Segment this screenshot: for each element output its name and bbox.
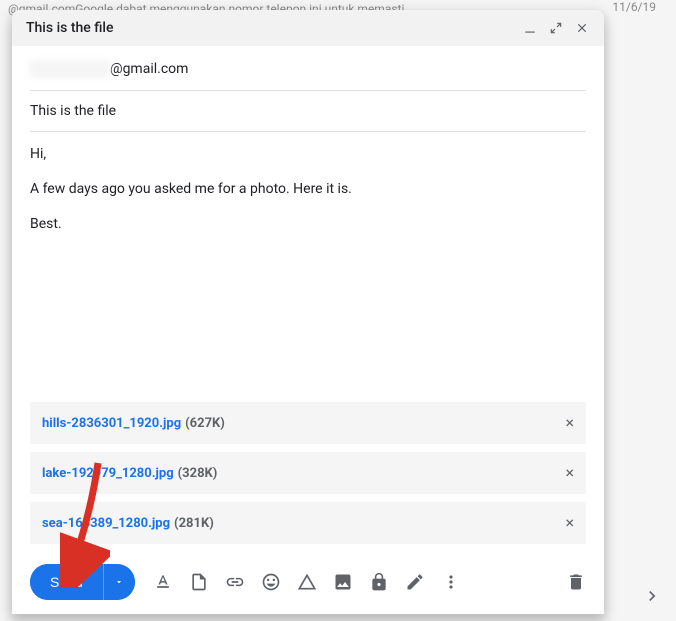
compose-title: This is the file bbox=[26, 20, 114, 36]
expand-side-panel-button[interactable] bbox=[642, 586, 662, 610]
attachment-name: sea-163389_1280.jpg bbox=[42, 516, 170, 531]
attach-file-icon[interactable] bbox=[189, 572, 209, 592]
send-options-button[interactable] bbox=[103, 564, 135, 600]
window-controls bbox=[522, 20, 590, 36]
remove-attachment-button[interactable]: × bbox=[565, 465, 574, 481]
insert-link-icon[interactable] bbox=[225, 572, 245, 592]
remove-attachment-button[interactable]: × bbox=[565, 515, 574, 531]
recipient-suffix: @gmail.com bbox=[110, 61, 188, 77]
attachment-row[interactable]: hills-2836301_1920.jpg (627K) × bbox=[30, 402, 586, 444]
compose-footer: Send bbox=[12, 552, 604, 614]
discard-draft-icon[interactable] bbox=[566, 572, 586, 592]
body-line: A few days ago you asked me for a photo.… bbox=[30, 181, 586, 197]
minimize-button[interactable] bbox=[522, 20, 538, 36]
compose-header: This is the file bbox=[12, 10, 604, 46]
send-button-group: Send bbox=[30, 564, 135, 600]
attachment-name: lake-192979_1280.jpg bbox=[42, 466, 174, 481]
remove-attachment-button[interactable]: × bbox=[565, 415, 574, 431]
formatting-options-icon[interactable] bbox=[153, 572, 173, 592]
insert-signature-icon[interactable] bbox=[405, 572, 425, 592]
attachment-row[interactable]: lake-192979_1280.jpg (328K) × bbox=[30, 452, 586, 494]
attachment-size: (281K) bbox=[174, 516, 214, 531]
attachment-size: (328K) bbox=[178, 466, 218, 481]
message-body[interactable]: Hi, A few days ago you asked me for a ph… bbox=[30, 132, 586, 402]
attachments-list: hills-2836301_1920.jpg (627K) × lake-192… bbox=[12, 402, 604, 544]
formatting-toolbar bbox=[153, 572, 461, 592]
insert-drive-icon[interactable] bbox=[297, 572, 317, 592]
more-options-icon[interactable] bbox=[441, 572, 461, 592]
recipient-field[interactable]: @gmail.com bbox=[30, 46, 586, 91]
recipient-redacted bbox=[30, 60, 110, 78]
attachment-row[interactable]: sea-163389_1280.jpg (281K) × bbox=[30, 502, 586, 544]
confidential-mode-icon[interactable] bbox=[369, 572, 389, 592]
background-date: 11/6/19 bbox=[612, 0, 656, 14]
body-line: Best. bbox=[30, 216, 586, 232]
subject-field[interactable]: This is the file bbox=[30, 91, 586, 132]
attachment-size: (627K) bbox=[185, 416, 225, 431]
attachment-name: hills-2836301_1920.jpg bbox=[42, 416, 181, 431]
send-button[interactable]: Send bbox=[30, 564, 103, 600]
compose-window: This is the file @gmail.com This is the … bbox=[12, 10, 604, 614]
close-button[interactable] bbox=[574, 20, 590, 36]
body-line: Hi, bbox=[30, 146, 586, 162]
fullscreen-button[interactable] bbox=[548, 20, 564, 36]
insert-photo-icon[interactable] bbox=[333, 572, 353, 592]
insert-emoji-icon[interactable] bbox=[261, 572, 281, 592]
